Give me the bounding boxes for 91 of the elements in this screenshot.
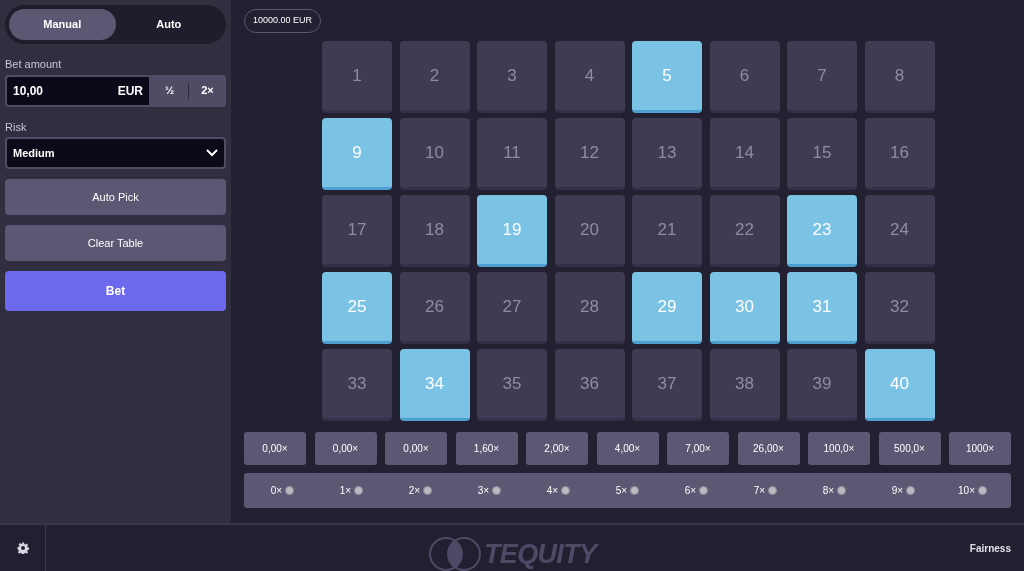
hit-count: 5× (615, 484, 628, 498)
hit-count: 3× (477, 484, 490, 498)
risk-dropdown[interactable]: Medium (5, 137, 226, 169)
bet-amount-field[interactable]: 10,00 EUR (5, 74, 151, 107)
number-tile[interactable]: 12 (554, 118, 625, 190)
hit-count: 6× (684, 484, 697, 498)
number-tile[interactable]: 35 (477, 349, 547, 421)
settings-icon[interactable] (16, 542, 29, 554)
bet-amount-label: Bet amount (5, 57, 63, 72)
number-tile[interactable]: 7 (787, 41, 857, 113)
number-tile[interactable]: 13 (632, 118, 702, 190)
bet-amount-value: 10,00 (13, 82, 44, 100)
payout-multiplier: 100,0× (808, 432, 870, 465)
number-tile[interactable]: 20 (554, 195, 625, 267)
payout-multiplier: 1,60× (455, 432, 518, 465)
payout-multiplier: 2,00× (526, 432, 588, 465)
currency-label: EUR (117, 82, 143, 100)
hit-count: 9× (891, 484, 904, 498)
number-tile[interactable]: 27 (477, 272, 547, 344)
gem-icon (354, 486, 364, 495)
number-tile[interactable]: 21 (632, 195, 702, 267)
number-tile[interactable]: 1 (322, 41, 392, 113)
hit-count: 0× (270, 484, 283, 498)
mode-tab[interactable]: Auto (115, 9, 222, 40)
number-tile[interactable]: 30 (709, 272, 780, 344)
number-tile[interactable]: 10 (399, 118, 470, 190)
number-tile[interactable]: 3 (477, 41, 547, 113)
number-tile[interactable]: 37 (632, 349, 702, 421)
number-tile[interactable]: 26 (399, 272, 470, 344)
logo-icon (428, 536, 482, 571)
gem-icon (423, 486, 433, 495)
risk-label: Risk (5, 119, 28, 135)
half-button[interactable]: ½ (151, 74, 188, 107)
number-tile[interactable]: 22 (709, 195, 780, 267)
number-tile[interactable]: 8 (864, 41, 935, 113)
number-tile[interactable]: 39 (787, 349, 857, 421)
payout-multiplier: 4,00× (596, 432, 659, 465)
chevron-down-icon (206, 149, 218, 157)
number-tile[interactable]: 23 (787, 195, 857, 267)
hit-count: 8× (822, 484, 835, 498)
number-tile[interactable]: 40 (864, 349, 935, 421)
number-tile[interactable]: 14 (709, 118, 780, 190)
hit-count: 1× (339, 484, 352, 498)
number-tile[interactable]: 2 (399, 41, 470, 113)
gem-icon (837, 486, 847, 495)
number-tile[interactable]: 9 (322, 118, 392, 190)
number-tile[interactable]: 25 (322, 272, 392, 344)
risk-value: Medium (13, 145, 55, 161)
payout-multiplier: 0,00× (314, 432, 377, 465)
mode-tab[interactable]: Manual (9, 9, 116, 40)
hit-count: 2× (408, 484, 421, 498)
fairness-link[interactable]: Fairness (969, 540, 1011, 556)
number-tile[interactable]: 6 (709, 41, 780, 113)
gem-icon (492, 486, 502, 495)
number-tile[interactable]: 16 (864, 118, 935, 190)
number-tile[interactable]: 17 (322, 195, 392, 267)
payout-multiplier: 1000× (949, 432, 1011, 465)
gem-icon (561, 486, 571, 495)
number-tile[interactable]: 36 (554, 349, 625, 421)
payout-multiplier: 500,0× (878, 432, 941, 465)
gem-icon (699, 486, 709, 495)
payout-multiplier: 7,00× (667, 432, 729, 465)
clear-table-button[interactable]: Clear Table (5, 225, 226, 261)
payout-multiplier: 0,00× (244, 432, 306, 465)
number-tile[interactable]: 11 (477, 118, 547, 190)
number-tile[interactable]: 34 (399, 349, 470, 421)
gem-icon (978, 486, 987, 495)
gem-icon (906, 486, 916, 495)
double-button[interactable]: 2× (189, 74, 226, 107)
number-tile[interactable]: 38 (709, 349, 780, 421)
number-tile[interactable]: 24 (864, 195, 935, 267)
payout-multiplier: 0,00× (385, 432, 447, 465)
number-tile[interactable]: 31 (787, 272, 857, 344)
number-tile[interactable]: 4 (554, 41, 625, 113)
payout-multiplier: 26,00× (737, 432, 800, 465)
number-tile[interactable]: 33 (322, 349, 392, 421)
number-tile[interactable]: 29 (632, 272, 702, 344)
gem-icon (285, 486, 295, 495)
number-tile[interactable]: 18 (399, 195, 470, 267)
hit-count: 10× (958, 484, 975, 498)
number-tile[interactable]: 28 (554, 272, 625, 344)
hit-count: 4× (546, 484, 559, 498)
hit-count: 7× (753, 484, 766, 498)
gem-icon (630, 486, 640, 495)
number-tile[interactable]: 15 (787, 118, 857, 190)
number-tile[interactable]: 5 (632, 41, 702, 113)
gem-icon (768, 486, 778, 495)
number-tile[interactable]: 19 (477, 195, 547, 267)
bet-button[interactable]: Bet (5, 271, 226, 311)
number-tile[interactable]: 32 (864, 272, 935, 344)
auto-pick-button[interactable]: Auto Pick (5, 179, 226, 215)
